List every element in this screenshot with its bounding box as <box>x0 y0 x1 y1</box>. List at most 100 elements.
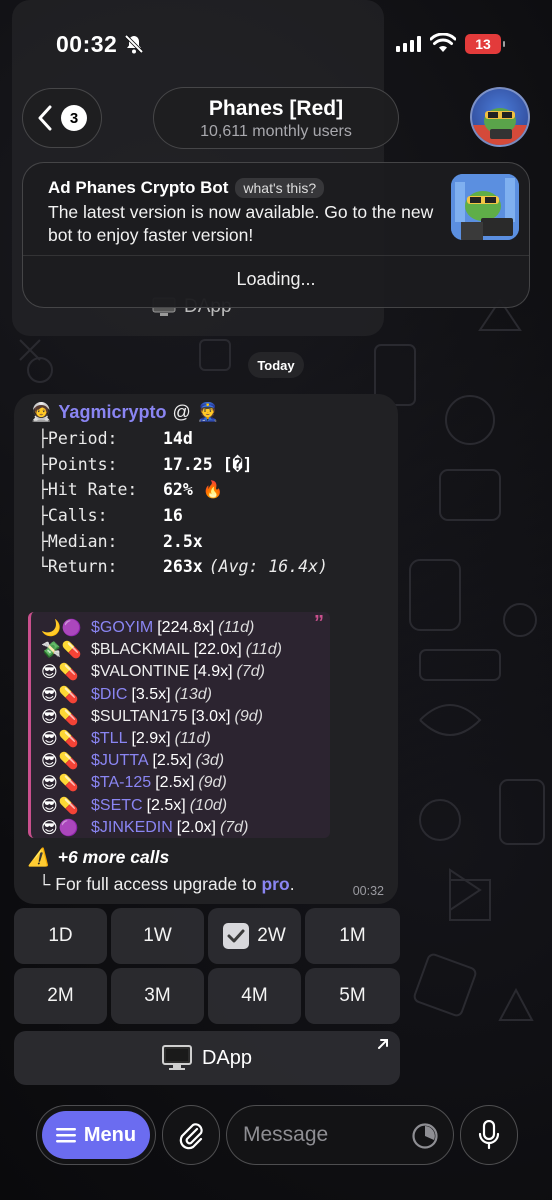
call-multiplier: [3.5x] <box>131 685 171 703</box>
call-emoji: 💸💊 <box>41 642 83 660</box>
sender-line: 🧑‍🚀 Yagmicrypto @ 👮 <box>30 402 219 423</box>
call-age: (10d) <box>189 796 228 814</box>
menu-button-wrapper: Menu <box>36 1105 156 1165</box>
call-ticker: $SULTAN175 <box>91 707 188 725</box>
police-officer-emoji: 👮 <box>196 402 220 422</box>
call-ticker[interactable]: $DIC <box>91 686 127 704</box>
call-row: 😎💊 $DIC [3.5x] (13d) <box>41 684 212 706</box>
timer-icon[interactable] <box>411 1122 439 1150</box>
message-bubble: 🧑‍🚀 Yagmicrypto @ 👮 ├Period: 14d ├Points… <box>14 394 398 904</box>
unread-count-badge: 3 <box>61 105 87 131</box>
call-ticker: $BLACKMAIL <box>91 641 190 659</box>
chat-title[interactable]: Phanes [Red] 10,611 monthly users <box>153 87 399 149</box>
ad-divider <box>23 255 529 256</box>
call-row: 😎💊 $TLL [2.9x] (11d) <box>41 728 211 750</box>
call-age: (9d) <box>234 707 263 725</box>
more-calls-text: +6 more calls <box>57 847 170 867</box>
frog-laptop-image <box>451 174 519 240</box>
whats-this-badge[interactable]: what's this? <box>235 178 325 198</box>
call-ticker[interactable]: $JINKEDIN <box>91 819 173 837</box>
warning-icon: ⚠️ <box>28 847 50 867</box>
period-button-1d[interactable]: 1D <box>14 908 107 964</box>
ad-title: Ad Phanes Crypto Bot <box>48 178 229 197</box>
call-multiplier: [2.5x] <box>146 796 186 814</box>
call-age: (9d) <box>198 774 227 792</box>
battery-indicator: 13 <box>465 34 505 54</box>
period-button-1m[interactable]: 1M <box>305 908 400 964</box>
external-link-arrow-icon <box>378 1039 388 1049</box>
microphone-button[interactable] <box>460 1105 518 1165</box>
call-age: (7d) <box>219 818 249 836</box>
call-age: (13d) <box>174 685 212 703</box>
sponsored-message-card[interactable]: Ad Phanes Crypto Bot what's this? The la… <box>22 162 530 308</box>
call-age: (11d) <box>245 641 282 659</box>
period-button-1w[interactable]: 1W <box>111 908 204 964</box>
period-button-4m[interactable]: 4M <box>208 968 301 1024</box>
period-button-2w[interactable]: 2W <box>208 908 301 964</box>
period-button-5m[interactable]: 5M <box>305 968 400 1024</box>
cellular-signal-icon <box>396 36 421 52</box>
back-button[interactable]: 3 <box>22 88 102 148</box>
hamburger-menu-icon <box>55 1128 76 1143</box>
period-button-3m[interactable]: 3M <box>111 968 204 1024</box>
call-multiplier: [2.5x] <box>152 752 192 770</box>
frog-avatar-image <box>472 108 528 145</box>
dapp-button[interactable]: DApp <box>14 1031 400 1085</box>
call-ticker[interactable]: $GOYIM <box>91 619 153 637</box>
call-emoji: 😎🟣 <box>41 819 80 837</box>
call-row: 😎💊 $TA-125 [2.5x] (9d) <box>41 772 227 794</box>
call-emoji: 😎💊 <box>41 753 80 771</box>
wifi-icon <box>430 33 456 52</box>
sender-at: @ <box>172 402 191 422</box>
stat-row-return: └Return: 263x (Avg: 16.4x) <box>38 557 328 577</box>
call-emoji: 😎💊 <box>41 731 80 748</box>
ad-thumbnail <box>451 174 519 240</box>
status-bar: 00:32 13 <box>0 0 552 88</box>
call-ticker[interactable]: $TA-125 <box>91 774 151 792</box>
stat-row-hit-rate: ├Hit Rate: 62% 🔥 <box>38 479 224 500</box>
call-row: 😎🟣 $JINKEDIN [2.0x] (7d) <box>41 817 248 839</box>
message-input-wrapper <box>226 1105 454 1165</box>
call-row: 💸💊 $BLACKMAIL [22.0x] (11d) <box>41 639 282 661</box>
chat-header: 3 Phanes [Red] 10,611 monthly users <box>0 86 552 150</box>
call-age: (3d) <box>195 752 225 770</box>
stat-row-period: ├Period: 14d <box>38 429 193 449</box>
sender-name[interactable]: Yagmicrypto <box>58 402 166 423</box>
call-multiplier: [2.5x] <box>155 774 195 792</box>
calls-quote-block: ” 🌙🟣 $GOYIM [224.8x] (11d) 💸💊 $BLACKMAIL [22.0… <box>28 612 330 838</box>
call-multiplier: [3.0x] <box>191 707 231 725</box>
ad-text: The latest version is now available. Go … <box>48 202 434 245</box>
monitor-icon <box>161 1045 192 1070</box>
chevron-left-icon <box>38 105 52 131</box>
stat-row-points: ├Points: 17.25 [�] <box>38 454 253 474</box>
composer-bar: Menu <box>0 1104 552 1168</box>
call-emoji: 🌙🟣 <box>41 620 83 637</box>
pro-link[interactable]: pro <box>261 874 289 894</box>
bot-avatar[interactable] <box>470 87 530 147</box>
checkmark-icon <box>223 923 250 949</box>
menu-button[interactable]: Menu <box>42 1111 150 1159</box>
call-ticker[interactable]: $JUTTA <box>91 752 148 770</box>
call-row: 😎💊 $SULTAN175 [3.0x] (9d) <box>41 706 263 728</box>
call-emoji: 😎💊 <box>41 797 80 815</box>
call-row: 🌙🟣 $GOYIM [224.8x] (11d) <box>41 617 254 639</box>
astronaut-emoji: 🧑‍🚀 <box>30 402 53 422</box>
message-input[interactable] <box>243 1118 403 1152</box>
call-multiplier: [4.9x] <box>193 663 233 681</box>
upgrade-line: └ For full access upgrade to pro. <box>38 874 295 894</box>
period-button-2m[interactable]: 2M <box>14 968 107 1024</box>
call-age: (11d) <box>218 619 255 636</box>
quote-mark-icon: ” <box>314 612 324 634</box>
call-age: (7d) <box>236 663 265 681</box>
call-multiplier: [2.0x] <box>176 818 216 836</box>
call-ticker[interactable]: $SETC <box>91 797 143 815</box>
call-multiplier: [224.8x] <box>157 619 215 636</box>
attach-button[interactable] <box>162 1105 220 1165</box>
paperclip-icon <box>179 1123 203 1150</box>
chat-subtitle: 10,611 monthly users <box>200 123 352 140</box>
ad-action-button[interactable]: Loading... <box>23 269 529 290</box>
call-emoji: 😎💊 <box>41 686 80 704</box>
message-time: 00:32 <box>352 884 384 898</box>
call-ticker[interactable]: $TLL <box>91 730 127 748</box>
bell-muted-icon <box>124 34 144 54</box>
